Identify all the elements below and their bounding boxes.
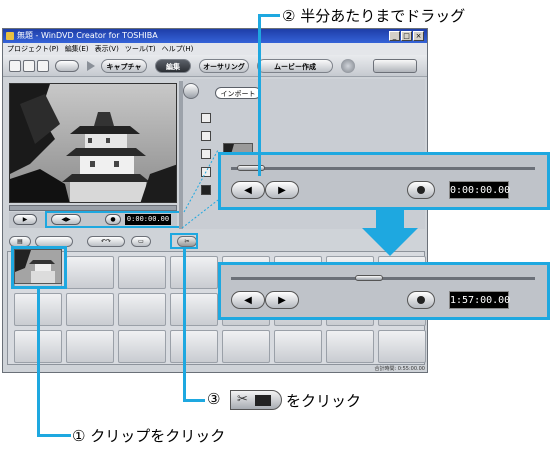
- zoom-prev-frame-button-1[interactable]: ◀: [231, 181, 265, 199]
- zoom-next-frame-button-1[interactable]: ▶: [265, 181, 299, 199]
- callout-line-step3-vertical: [183, 248, 186, 401]
- film-icon: [255, 395, 271, 406]
- connector-lines: [181, 149, 219, 229]
- split-clip-button-illustration: ✂: [230, 390, 282, 410]
- callout-line-step2-vertical: [258, 14, 261, 176]
- callout-line-step1-vertical: [37, 289, 40, 437]
- down-arrow-icon: [362, 208, 418, 256]
- zoom-prev-frame-button-2[interactable]: ◀: [231, 291, 265, 309]
- callout-line-step1-horizontal: [37, 434, 71, 437]
- callout-step3: をクリック: [286, 392, 362, 410]
- callout-line-step2-horizontal: [258, 14, 280, 17]
- zoom-snapshot-button-1[interactable]: [407, 181, 435, 199]
- scissors-icon: ✂: [237, 392, 248, 407]
- zoom-time-display-1: 0:00:00.00: [449, 181, 510, 199]
- callout-line-step3-horizontal: [183, 399, 205, 402]
- callout-step3-number: ③: [207, 390, 221, 408]
- zoom-panel-after: ◀ ▶ 1:57:00.00: [218, 262, 550, 320]
- zoom-time-display-2: 1:57:00.00: [449, 291, 510, 309]
- zoom-slider-thumb-2[interactable]: [355, 275, 384, 281]
- callout-step2: ② 半分あたりまでドラッグ: [282, 7, 466, 25]
- zoom-slider-track-1[interactable]: [231, 167, 535, 170]
- zoom-panel-before: ◀ ▶ 0:00:00.00: [218, 152, 550, 210]
- callout-step1: ① クリップをクリック: [72, 427, 226, 445]
- camera-icon: [417, 186, 425, 194]
- camera-icon: [417, 296, 425, 304]
- zoom-snapshot-button-2[interactable]: [407, 291, 435, 309]
- zoom-next-frame-button-2[interactable]: ▶: [265, 291, 299, 309]
